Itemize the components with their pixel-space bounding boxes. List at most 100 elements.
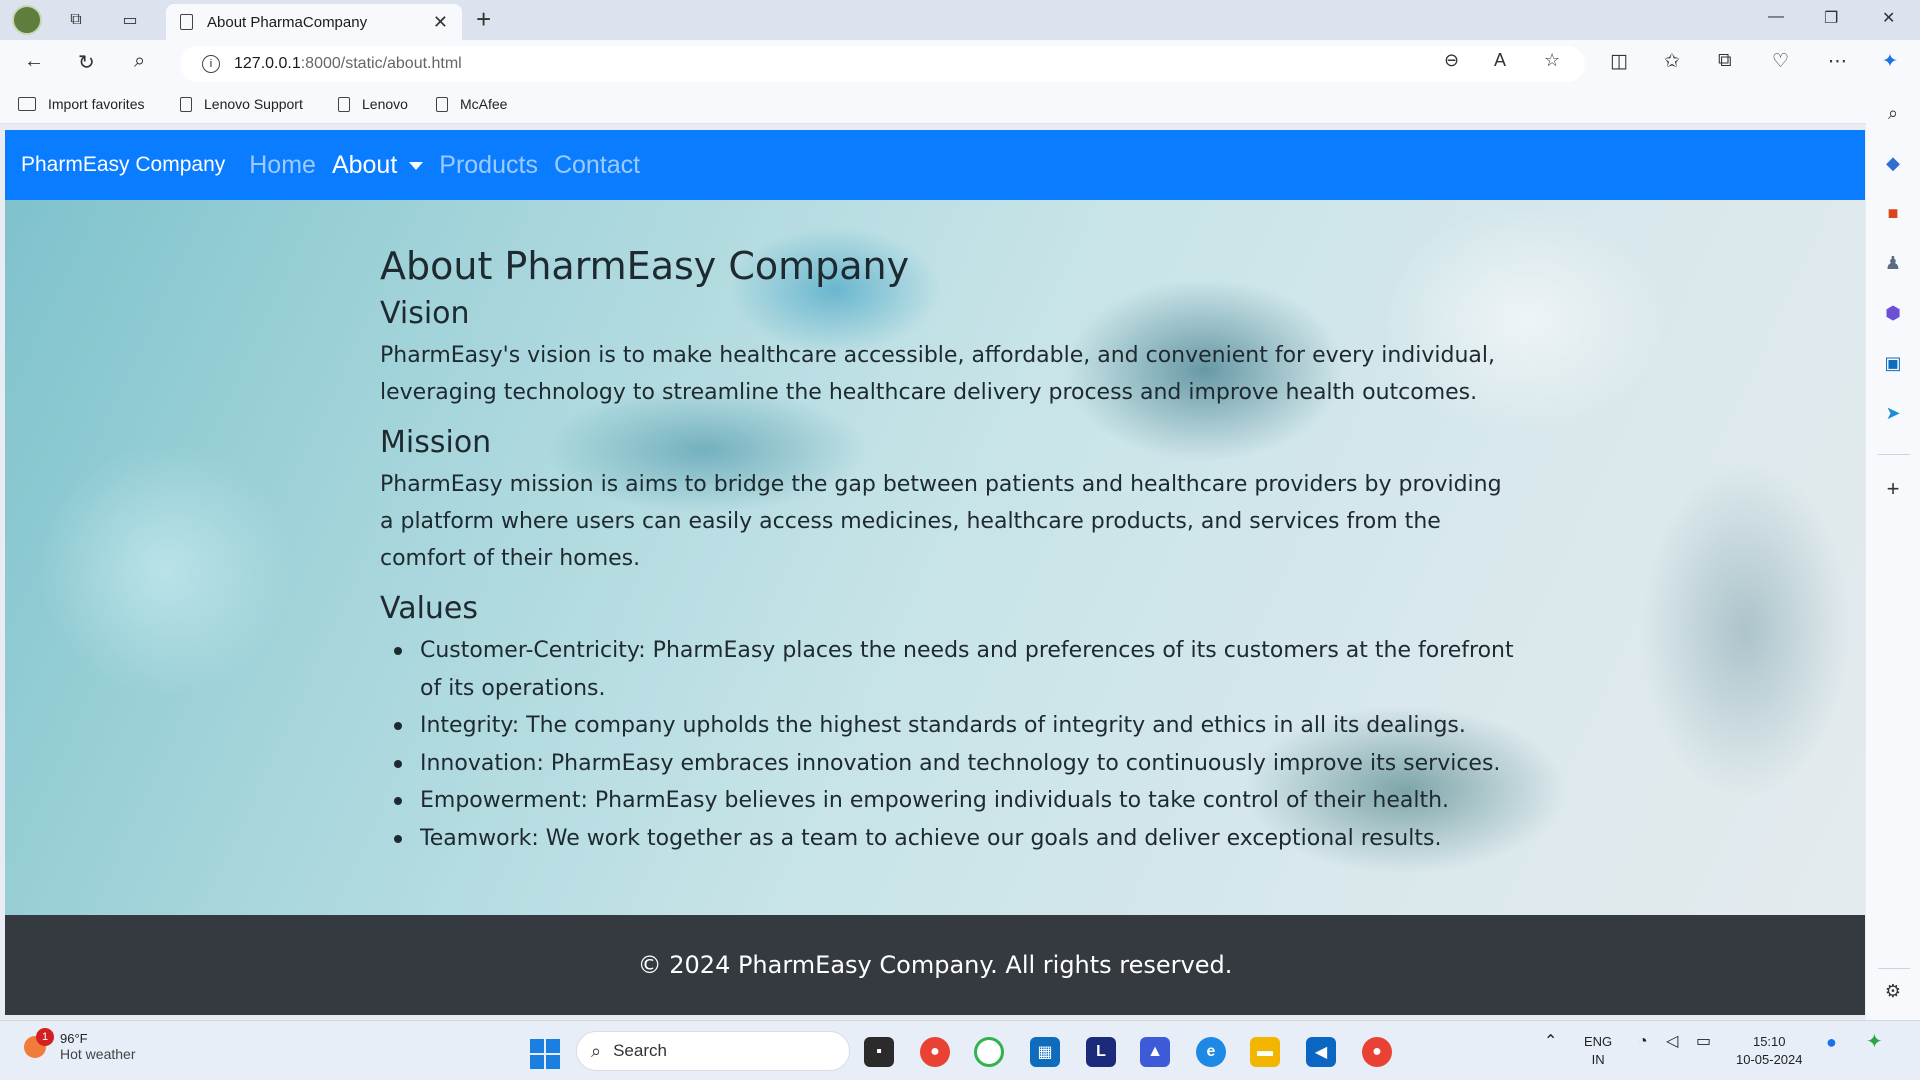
start-button[interactable] (530, 1039, 560, 1069)
browser-tab-active[interactable]: About PharmaCompany ✕ (166, 4, 462, 40)
sidebar-divider (1878, 454, 1910, 455)
refresh-icon[interactable]: ↻ (78, 50, 95, 75)
weather-icon: 1 (24, 1027, 54, 1058)
browser-sidebar: ⌕ ◆ ■ ♟ ⬢ ▣ ➤ + ⚙ (1866, 88, 1920, 1020)
favorites-bar: Import favorites Lenovo Support Lenovo M… (0, 88, 1920, 124)
microsoft365-icon[interactable]: ⬢ (1882, 302, 1904, 324)
browser-essentials-icon[interactable]: ♡ (1772, 50, 1789, 73)
clock-time: 15:10 (1752, 1034, 1786, 1049)
site-footer: © 2024 PharmEasy Company. All rights res… (5, 915, 1865, 1015)
sidebar-divider (1878, 968, 1910, 969)
zoom-out-icon[interactable]: ⊖ (1444, 50, 1459, 71)
vision-heading: Vision (380, 296, 470, 331)
region-code: IN (1591, 1052, 1605, 1067)
app-ring-icon[interactable] (974, 1037, 1004, 1067)
store-icon[interactable]: ▦ (1030, 1037, 1060, 1067)
url-bar[interactable]: i 127.0.0.1 :8000/static/about.html (180, 46, 1585, 82)
hero-section: About PharmEasy Company Vision PharmEasy… (5, 200, 1865, 915)
favorite-label: Lenovo (362, 96, 408, 112)
add-sidebar-app-icon[interactable]: + (1882, 476, 1904, 501)
battery-icon[interactable]: ▭ (1696, 1033, 1711, 1051)
sidebar-settings-icon[interactable]: ⚙ (1882, 980, 1904, 1002)
volume-icon[interactable]: ◁ (1666, 1033, 1678, 1051)
shopping-tag-icon[interactable]: ◆ (1882, 152, 1904, 174)
copilot-icon[interactable]: ✦ (1882, 50, 1898, 73)
taskbar: 1 96°F Hot weather ⌕ Search ▪ ● ▦ L ▲ e … (0, 1020, 1920, 1080)
minimize-icon[interactable]: — (1768, 8, 1784, 26)
list-item: Innovation: PharmEasy embraces innovatio… (394, 745, 1520, 783)
notifications-bell-icon[interactable]: ● (1826, 1033, 1837, 1051)
sidebar-search-icon[interactable]: ⌕ (1882, 102, 1904, 124)
site-navbar: PharmEasy Company Home About Products Co… (5, 130, 1865, 200)
favorite-lenovo-support[interactable]: Lenovo Support (180, 96, 303, 112)
collections-icon[interactable]: ⧉ (1718, 50, 1732, 72)
show-hidden-icons[interactable]: ⌃ (1544, 1033, 1557, 1051)
copilot-taskbar-icon[interactable]: ✦ (1866, 1032, 1883, 1052)
vantage-icon[interactable]: ▲ (1140, 1037, 1170, 1067)
list-item: Teamwork: We work together as a team to … (394, 820, 1520, 858)
url-path: :8000/static/about.html (300, 55, 462, 72)
favorite-star-icon[interactable]: ☆ (1544, 50, 1560, 71)
favorite-import[interactable]: Import favorites (18, 96, 144, 112)
file-explorer-icon[interactable]: ▬ (1250, 1037, 1280, 1067)
favorite-lenovo[interactable]: Lenovo (338, 96, 408, 112)
lang-code: ENG (1584, 1034, 1613, 1049)
back-icon[interactable]: ← (24, 50, 44, 73)
search-icon[interactable]: ⌕ (134, 50, 145, 73)
site-info-icon[interactable]: i (202, 55, 220, 73)
send-icon[interactable]: ➤ (1882, 402, 1904, 424)
page-viewport: PharmEasy Company Home About Products Co… (5, 130, 1865, 1015)
lenovo-app-icon[interactable]: L (1086, 1037, 1116, 1067)
profile-avatar[interactable] (12, 5, 42, 35)
site-brand[interactable]: PharmEasy Company (21, 153, 225, 177)
taskbar-search[interactable]: ⌕ Search (576, 1031, 850, 1071)
vscode-icon[interactable]: ◀ (1306, 1037, 1336, 1067)
workspaces-icon[interactable]: ⧉ (60, 6, 92, 34)
weather-desc: Hot weather (60, 1046, 136, 1062)
nav-about-label: About (331, 150, 398, 179)
outlook-icon[interactable]: ▣ (1882, 352, 1904, 374)
page-icon (338, 96, 350, 112)
values-list: Customer-Centricity: PharmEasy places th… (394, 632, 1520, 857)
page-title: About PharmEasy Company (380, 244, 910, 288)
new-tab-icon[interactable]: + (476, 4, 491, 35)
nav-home[interactable]: Home (249, 151, 316, 180)
address-toolbar: ← ↻ ⌕ i 127.0.0.1 :8000/static/about.htm… (0, 40, 1920, 88)
chrome-icon[interactable]: ● (920, 1037, 950, 1067)
nav-about[interactable]: About (331, 150, 424, 180)
wifi-icon[interactable]: ◔ (1638, 1033, 1648, 1051)
read-aloud-icon[interactable]: A (1494, 50, 1506, 71)
import-icon (18, 97, 36, 111)
clock-date: 10-05-2024 (1736, 1052, 1803, 1067)
favorite-label: Import favorites (48, 96, 145, 112)
restore-icon[interactable]: ❐ (1824, 8, 1838, 28)
close-tab-icon[interactable]: ✕ (433, 12, 448, 33)
games-icon[interactable]: ♟ (1882, 252, 1904, 274)
close-window-icon[interactable]: ✕ (1882, 8, 1895, 28)
page-icon (436, 96, 448, 112)
tab-actions-icon[interactable]: ▭ (114, 6, 146, 34)
chrome-profile-icon[interactable]: ● (1362, 1037, 1392, 1067)
about-content: About PharmEasy Company Vision PharmEasy… (380, 244, 1520, 857)
values-heading: Values (380, 591, 479, 626)
more-menu-icon[interactable]: ⋯ (1828, 50, 1847, 73)
toolbox-icon[interactable]: ■ (1882, 202, 1904, 224)
clock[interactable]: 15:10 10-05-2024 (1736, 1033, 1803, 1069)
favorite-mcafee[interactable]: McAfee (436, 96, 507, 112)
browser-tab-bar: ⧉ ▭ About PharmaCompany ✕ + — ❐ ✕ (0, 0, 1920, 40)
mission-text: PharmEasy mission is aims to bridge the … (380, 472, 1502, 571)
tab-title: About PharmaCompany (207, 13, 368, 31)
page-icon (180, 96, 192, 112)
nav-contact[interactable]: Contact (554, 151, 640, 180)
list-item: Customer-Centricity: PharmEasy places th… (394, 632, 1520, 707)
favorites-icon[interactable]: ✩ (1664, 50, 1680, 73)
notification-badge: 1 (36, 1027, 54, 1046)
search-placeholder: Search (613, 1041, 667, 1060)
weather-widget[interactable]: 1 96°F Hot weather (24, 1027, 136, 1062)
language-indicator[interactable]: ENG IN (1584, 1033, 1612, 1069)
nav-products[interactable]: Products (439, 151, 538, 180)
edge-icon[interactable]: e (1196, 1037, 1226, 1067)
split-screen-icon[interactable]: ◫ (1610, 50, 1628, 73)
weather-temp: 96°F (60, 1031, 88, 1046)
task-view-icon[interactable]: ▪ (864, 1037, 894, 1067)
